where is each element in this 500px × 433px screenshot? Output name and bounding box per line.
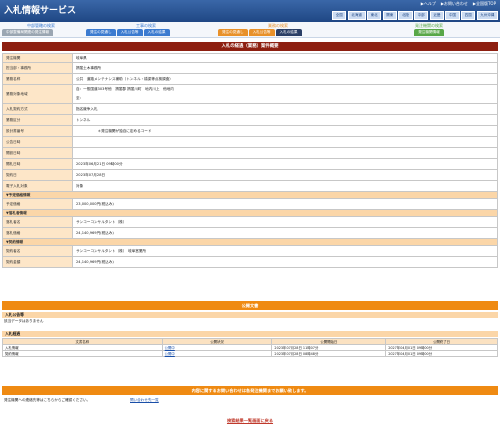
table-row: 予定価格 23,000,000円(税込み): [2, 198, 498, 210]
section-estimate: ▼予定価格情報: [2, 191, 498, 199]
table-row: 契約日 2023年07月28日: [2, 169, 498, 181]
contact-text: 発注機関への連絡先等はこちらからご確認ください。: [4, 398, 91, 402]
tab-construction-result[interactable]: 入札の結果: [143, 29, 170, 36]
contact-title: 内容に関するお問い合わせは各発注機関までお願い致します。: [2, 386, 498, 395]
table-row: 契約金額 24,140,969円(税込み): [2, 256, 498, 268]
table-row: 落札価格 24,140,969円(税込み): [2, 227, 498, 239]
page-title: 入札の経過（業務）案件概要: [2, 42, 498, 51]
table-row: 契約情報 公開中 2023年07月28日 08時48分 2027年04月01日 …: [2, 350, 498, 357]
tab-chubu-orders[interactable]: 中部整備局関連の発注情報: [2, 29, 54, 36]
tab-agency-info[interactable]: 発注機関情報: [414, 29, 444, 36]
main-nav: 中部管轄の検索 中部整備局関連の発注情報 工事の検索 発注の見通し 入札公告等 …: [0, 22, 500, 38]
nav-group-construction: 工事の検索 発注の見通し 入札公告等 入札の結果: [86, 22, 206, 38]
top-links: ▶ヘルプ ▶お問い合わせ ▶全国版TOP: [421, 1, 496, 7]
table-row: 入札契約方式 指名競争入札: [2, 103, 498, 115]
notice-section-title: 入札公告等: [2, 312, 498, 318]
tab-service-notice[interactable]: 入札公告等: [248, 29, 275, 36]
table-row: 落札者名 サンコーコンサルタント（株）: [2, 216, 498, 228]
tab-service-result[interactable]: 入札の結果: [275, 29, 302, 36]
region-tab[interactable]: 九州沖縄: [476, 11, 498, 20]
nav-group-chubu: 中部管轄の検索 中部整備局関連の発注情報: [2, 22, 80, 38]
region-tab[interactable]: 東北: [367, 11, 382, 20]
tab-construction-notice[interactable]: 入札公告等: [116, 29, 143, 36]
progress-section-title: 入札経過: [2, 331, 498, 337]
table-row: 設計書番号 ＊発注機関が独自に定めるコード: [2, 125, 498, 137]
docs-table: 文書名称 公開状況 公開開始日 公開終了日 入札情報 公開中 2023年07月2…: [2, 338, 498, 357]
table-row: 業務区分 トンネル: [2, 114, 498, 126]
section-contract: ▼契約情報: [2, 238, 498, 246]
doc-status-link[interactable]: 公開中: [165, 346, 175, 350]
help-link[interactable]: ▶ヘルプ: [421, 1, 436, 7]
table-row: 業務名称 公共 道路メンテナンス補助（トンネル・橋梁等点検調査）: [2, 73, 498, 85]
back-to-results-link[interactable]: 検索結果一覧画面に戻る: [0, 418, 500, 424]
notice-empty-text: 該当データはありません: [4, 319, 44, 323]
nav-group-service: 業務の検索 発注の見通し 入札公告等 入札の結果: [218, 22, 338, 38]
region-tab[interactable]: 関東: [382, 11, 397, 20]
table-row: 開設日時: [2, 147, 498, 159]
table-row: 開札日時 2023年06月21日 09時00分: [2, 158, 498, 170]
tab-service-outlook[interactable]: 発注の見通し: [218, 29, 248, 36]
national-top-link[interactable]: ▶全国版TOP: [473, 1, 496, 7]
table-row: 契約者名 サンコーコンサルタント（株） 岐阜営業所: [2, 245, 498, 257]
site-header: 入札情報サービス ▶ヘルプ ▶お問い合わせ ▶全国版TOP 全国 北海道 東北 …: [0, 0, 500, 22]
table-row: 担当部・事務所 揖斐土木事務所: [2, 62, 498, 74]
region-tab[interactable]: 中国: [445, 11, 460, 20]
table-row: 公告日時: [2, 136, 498, 148]
table-row: 電子入札対象 対象: [2, 180, 498, 192]
region-tab[interactable]: 北海道: [347, 11, 366, 20]
region-tab[interactable]: 全国: [332, 11, 347, 20]
table-row: 業務対象地域 自：一般国道303号他 揖斐郡 揖斐川町 地内川上 他地内 至：: [2, 84, 498, 104]
section-winner: ▼落札者情報: [2, 209, 498, 217]
table-row: 発注機関 岐阜県: [2, 53, 498, 63]
tab-construction-outlook[interactable]: 発注の見通し: [86, 29, 116, 36]
public-docs-title: 公開文書: [2, 301, 498, 310]
region-tab[interactable]: 四国: [461, 11, 476, 20]
region-tab[interactable]: 中部: [414, 11, 429, 20]
contact-link[interactable]: ▶お問い合わせ: [441, 1, 468, 7]
region-tabs: 全国 北海道 東北 関東 北陸 中部 近畿 中国 四国 九州沖縄: [332, 11, 498, 20]
region-tab[interactable]: 北陸: [398, 11, 413, 20]
contact-list-link[interactable]: 問い合わせ先一覧: [130, 398, 159, 403]
site-logo: 入札情報サービス: [4, 6, 77, 16]
detail-table: 発注機関 岐阜県 担当部・事務所 揖斐土木事務所 業務名称 公共 道路メンテナンス補助…: [2, 53, 498, 268]
region-tab[interactable]: 近畿: [429, 11, 444, 20]
nav-group-agency: 発注機関の検索 発注機関情報: [414, 23, 444, 36]
doc-status-link[interactable]: 公開中: [165, 352, 175, 356]
